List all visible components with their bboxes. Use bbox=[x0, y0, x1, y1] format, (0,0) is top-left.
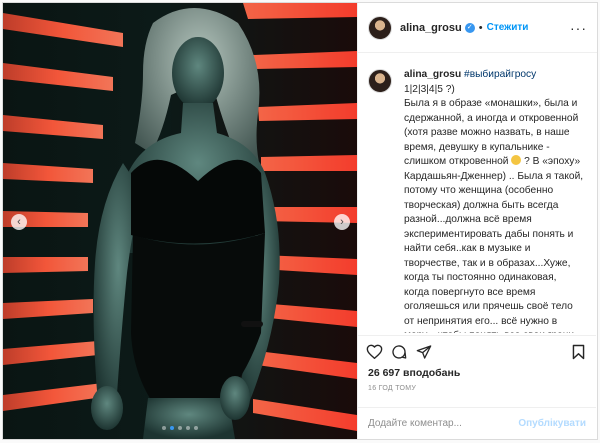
comments-section[interactable]: alina_grosu #выбирайгросу 1|2|3|4|5 ?) Бы… bbox=[358, 53, 596, 333]
carousel-dot-active bbox=[170, 426, 174, 430]
caption-text: alina_grosu #выбирайгросу 1|2|3|4|5 ?) Бы… bbox=[404, 68, 584, 333]
carousel-next-button[interactable]: › bbox=[334, 214, 350, 230]
chevron-right-icon: › bbox=[340, 215, 344, 228]
carousel-dot bbox=[194, 426, 198, 430]
smiley-emoji-icon bbox=[511, 155, 522, 165]
caption-hashtag[interactable]: #выбирайгросу bbox=[464, 69, 536, 80]
carousel-prev-button[interactable]: ‹ bbox=[11, 214, 27, 230]
heart-icon[interactable] bbox=[366, 344, 383, 362]
avatar[interactable] bbox=[368, 69, 392, 93]
caption-username[interactable]: alina_grosu bbox=[404, 69, 461, 80]
chevron-left-icon: ‹ bbox=[17, 215, 21, 228]
photo-image bbox=[3, 3, 357, 439]
author-username[interactable]: alina_grosu bbox=[400, 22, 462, 34]
follow-button[interactable]: Стежити bbox=[487, 22, 529, 33]
carousel-dot bbox=[186, 426, 190, 430]
instagram-post: ‹ › alina_grosu ✓ • Стежити ··· alina_gr… bbox=[2, 2, 598, 440]
action-bar bbox=[358, 335, 596, 365]
caption-body-part2: ? В «эпоху» Кардашьян-Дженнер) .. Была я… bbox=[404, 156, 584, 333]
comment-icon[interactable] bbox=[391, 344, 407, 363]
post-timestamp[interactable]: 16 ГОД ТОМУ bbox=[368, 385, 416, 392]
share-icon[interactable] bbox=[416, 344, 432, 363]
caption-row: alina_grosu #выбирайгросу 1|2|3|4|5 ?) Бы… bbox=[368, 68, 584, 333]
likes-count[interactable]: 26 697 вподобань bbox=[368, 367, 460, 379]
caption-body-part1: 1|2|3|4|5 ?) Была я в образе «монашки», б… bbox=[404, 83, 579, 168]
comment-input[interactable] bbox=[368, 418, 519, 429]
post-header: alina_grosu ✓ • Стежити ··· bbox=[358, 3, 597, 53]
more-options-icon[interactable]: ··· bbox=[570, 21, 587, 35]
separator-dot: • bbox=[478, 21, 483, 34]
post-side-panel: alina_grosu ✓ • Стежити ··· alina_grosu … bbox=[357, 3, 597, 439]
add-comment-bar: Опублікувати bbox=[358, 407, 596, 439]
verified-badge-icon: ✓ bbox=[464, 22, 475, 33]
bookmark-icon[interactable] bbox=[572, 344, 585, 363]
carousel-indicator bbox=[3, 426, 357, 430]
avatar[interactable] bbox=[368, 15, 392, 40]
carousel-dot bbox=[162, 426, 166, 430]
post-comment-button[interactable]: Опублікувати bbox=[518, 418, 586, 429]
post-photo[interactable]: ‹ › bbox=[3, 3, 357, 439]
carousel-dot bbox=[178, 426, 182, 430]
